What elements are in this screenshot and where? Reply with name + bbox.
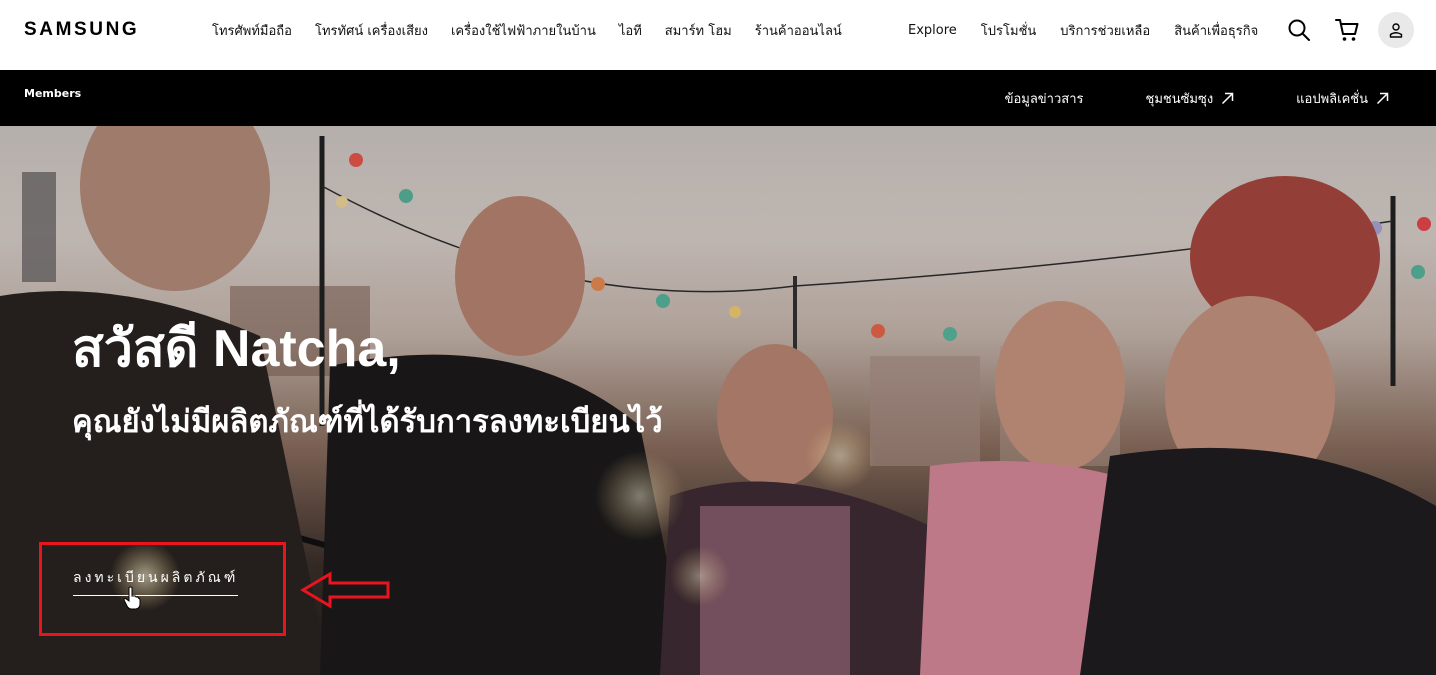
- nav-item-mobile[interactable]: โทรศัพท์มือถือ: [212, 20, 292, 41]
- nav-item-support[interactable]: บริการช่วยเหลือ: [1060, 20, 1150, 41]
- search-button[interactable]: [1282, 13, 1316, 47]
- hand-cursor-icon: [123, 586, 141, 610]
- nav-item-business[interactable]: สินค้าเพื่อธุรกิจ: [1174, 20, 1258, 41]
- external-link-icon: [1222, 92, 1234, 104]
- members-bar: Members ข้อมูลข่าวสาร ชุมชนซัมซุง แอปพลิ…: [0, 70, 1436, 126]
- global-nav: SAMSUNG โทรศัพท์มือถือ โทรทัศน์ เครื่องเ…: [0, 0, 1436, 70]
- hero-message: คุณยังไม่มีผลิตภัณฑ์ที่ได้รับการลงทะเบีย…: [72, 404, 663, 439]
- external-link-icon: [1376, 92, 1389, 104]
- nav-item-promotions[interactable]: โปรโมชั่น: [981, 20, 1036, 41]
- link-application-label: แอปพลิเคชั่น: [1296, 91, 1368, 107]
- link-community-label: ชุมชนซัมซุง: [1145, 91, 1214, 107]
- samsung-logo[interactable]: SAMSUNG: [24, 19, 139, 41]
- link-community[interactable]: ชุมชนซัมซุง: [1146, 88, 1235, 109]
- cart-button[interactable]: [1330, 13, 1364, 47]
- nav-item-tv-audio[interactable]: โทรทัศน์ เครื่องเสียง: [315, 20, 428, 41]
- nav-item-explore[interactable]: Explore: [908, 23, 957, 38]
- hero-greeting: สวัสดี Natcha,: [72, 320, 401, 378]
- main-menu: โทรศัพท์มือถือ โทรทัศน์ เครื่องเสียง เคร…: [212, 0, 865, 60]
- nav-item-smart-home[interactable]: สมาร์ท โฮม: [665, 20, 732, 41]
- search-icon: [1288, 19, 1310, 41]
- link-news[interactable]: ข้อมูลข่าวสาร: [1005, 88, 1084, 109]
- cart-icon: [1335, 19, 1359, 41]
- nav-item-it[interactable]: ไอที: [619, 20, 642, 41]
- link-news-label: ข้อมูลข่าวสาร: [1004, 91, 1084, 107]
- account-button[interactable]: [1378, 12, 1414, 48]
- members-links: ข้อมูลข่าวสาร ชุมชนซัมซุง แอปพลิเคชั่น: [1005, 70, 1389, 126]
- utility-icons: [1282, 12, 1414, 48]
- annotation-arrow-icon: [300, 571, 390, 609]
- nav-item-home-appliances[interactable]: เครื่องใช้ไฟฟ้าภายในบ้าน: [451, 20, 596, 41]
- hero-banner: สวัสดี Natcha, คุณยังไม่มีผลิตภัณฑ์ที่ได…: [0, 126, 1436, 675]
- members-title[interactable]: Members: [24, 87, 81, 100]
- nav-item-online-shop[interactable]: ร้านค้าออนไลน์: [755, 20, 842, 41]
- link-application[interactable]: แอปพลิเคชั่น: [1296, 88, 1389, 109]
- secondary-menu: Explore โปรโมชั่น บริการช่วยเหลือ สินค้า…: [908, 0, 1282, 60]
- user-icon: [1389, 23, 1403, 38]
- annotation-highlight-box: [39, 542, 286, 636]
